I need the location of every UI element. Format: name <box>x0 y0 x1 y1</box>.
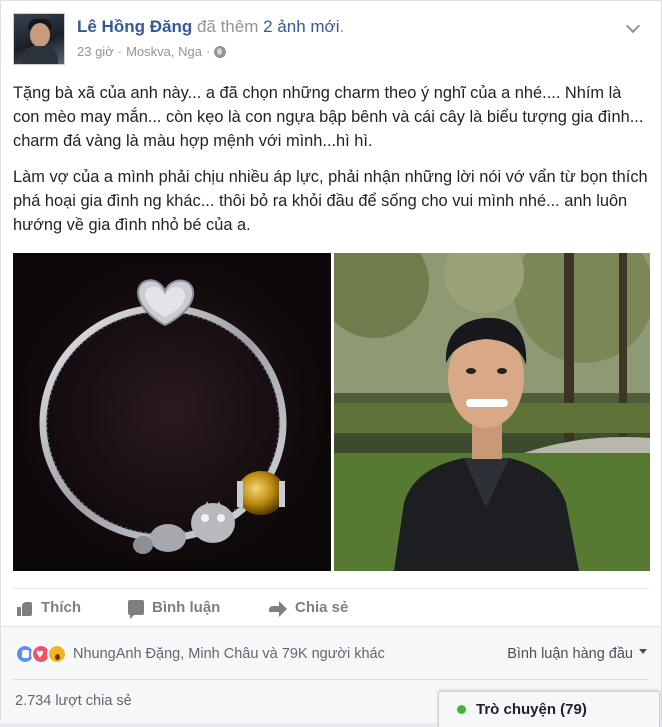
chat-label: Trò chuyện (79) <box>476 701 587 718</box>
post-action: đã thêm 2 ảnh mới. <box>196 17 345 36</box>
author-avatar[interactable] <box>13 13 65 65</box>
post-text: Tặng bà xã của anh này... a đã chọn nhữn… <box>13 81 649 249</box>
bracelet-photo[interactable] <box>13 253 331 571</box>
online-status-icon <box>457 705 466 714</box>
wow-reaction-icon <box>47 644 67 664</box>
share-button[interactable]: Chia sẻ <box>269 599 349 617</box>
thumbs-up-icon <box>17 600 33 616</box>
comments-filter-dropdown[interactable]: Bình luận hàng đầu <box>507 646 647 662</box>
post-paragraph: Làm vợ của a mình phải chịu nhiều áp lực… <box>13 168 648 234</box>
post-title-line: Lê Hồng Đăng đã thêm 2 ảnh mới. <box>77 16 344 38</box>
post-paragraph: Tặng bà xã của anh này... a đã chọn nhữn… <box>13 84 644 150</box>
new-photos-link[interactable]: 2 ảnh mới <box>263 17 339 36</box>
photo-grid <box>13 253 650 571</box>
share-count[interactable]: 2.734 lượt chia sẻ <box>15 693 132 709</box>
divider <box>13 679 649 680</box>
post-card: Lê Hồng Đăng đã thêm 2 ảnh mới. 23 giờ ·… <box>0 0 662 727</box>
author-name[interactable]: Lê Hồng Đăng <box>77 17 192 36</box>
reactions-text[interactable]: NhungAnh Đặng, Minh Châu và 79K người kh… <box>73 646 385 662</box>
like-button[interactable]: Thích <box>17 599 81 616</box>
comments-filter-label: Bình luận hàng đầu <box>507 646 633 662</box>
post-location[interactable]: Moskva, Nga <box>126 44 202 59</box>
globe-icon[interactable] <box>214 45 227 58</box>
chevron-down-icon[interactable] <box>625 19 641 35</box>
selfie-illustration <box>334 253 650 571</box>
caret-down-icon <box>639 648 647 654</box>
selfie-photo[interactable] <box>334 253 650 571</box>
share-arrow-icon <box>269 600 287 617</box>
share-label: Chia sẻ <box>295 599 349 616</box>
comment-button[interactable]: Bình luận <box>128 599 221 619</box>
post-header: Lê Hồng Đăng đã thêm 2 ảnh mới. 23 giờ ·… <box>13 13 649 65</box>
like-label: Thích <box>41 599 81 616</box>
comment-label: Bình luận <box>152 599 221 616</box>
bracelet-illustration <box>39 279 287 554</box>
post-meta: 23 giờ · Moskva, Nga · <box>77 44 227 59</box>
reactions-summary[interactable]: NhungAnh Đặng, Minh Châu và 79K người kh… <box>15 644 385 664</box>
post-time[interactable]: 23 giờ <box>77 44 114 59</box>
post-actions-bar: Thích Bình luận Chia sẻ <box>13 588 649 624</box>
comment-icon <box>128 600 144 619</box>
